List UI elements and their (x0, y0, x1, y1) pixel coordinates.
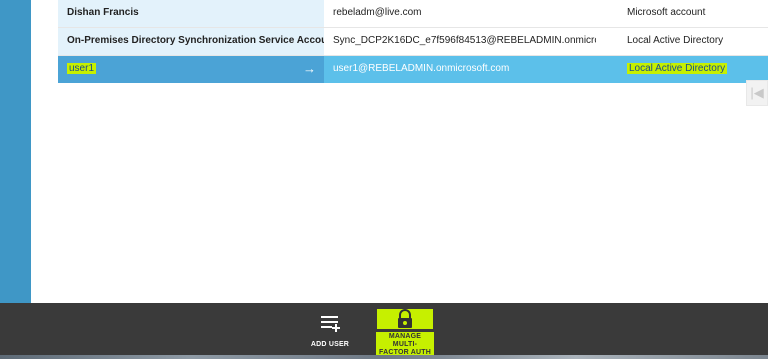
table-row[interactable]: Dishan Francis rebeladm@live.com Microso… (58, 0, 768, 28)
user-name-cell: Sync_DCP2K16DC_e7f596f84513@REBELADMIN.o… (333, 35, 596, 46)
display-name-cell: Dishan Francis (58, 0, 324, 27)
highlighted-user-name: user1 (67, 63, 97, 74)
highlighted-sourced-from: Local Active Directory (627, 63, 728, 74)
sourced-from-cell: Microsoft account (627, 7, 706, 18)
user-name-cell: rebeladm@live.com (333, 7, 422, 18)
table-row-selected[interactable]: user1 → user1@REBELADMIN.onmicrosoft.com… (58, 56, 768, 83)
display-name-cell: user1 → (58, 56, 324, 83)
add-user-label: ADD USER (310, 341, 350, 348)
user-name-cell: user1@REBELADMIN.onmicrosoft.com (324, 56, 596, 83)
lock-icon (377, 309, 433, 329)
table-row[interactable]: On-Premises Directory Synchronization Se… (58, 28, 768, 56)
users-content-area: Dishan Francis rebeladm@live.com Microso… (31, 0, 768, 303)
add-user-button[interactable]: ADD USER (310, 311, 350, 348)
sourced-from-cell: Local Active Directory (596, 56, 768, 83)
collapse-panel-icon[interactable]: |◀ (746, 80, 768, 106)
sourced-from-cell: Local Active Directory (627, 35, 724, 46)
display-name-cell: On-Premises Directory Synchronization Se… (58, 28, 324, 55)
row-arrow-icon[interactable]: → (303, 56, 316, 81)
command-bar: ADD USER MANAGE MULTI- FACTOR AUTH (0, 303, 768, 359)
manage-mfa-button[interactable]: MANAGE MULTI- FACTOR AUTH (376, 309, 434, 358)
add-user-icon (318, 311, 342, 335)
taskbar-strip (0, 355, 768, 359)
users-table: Dishan Francis rebeladm@live.com Microso… (58, 0, 768, 83)
